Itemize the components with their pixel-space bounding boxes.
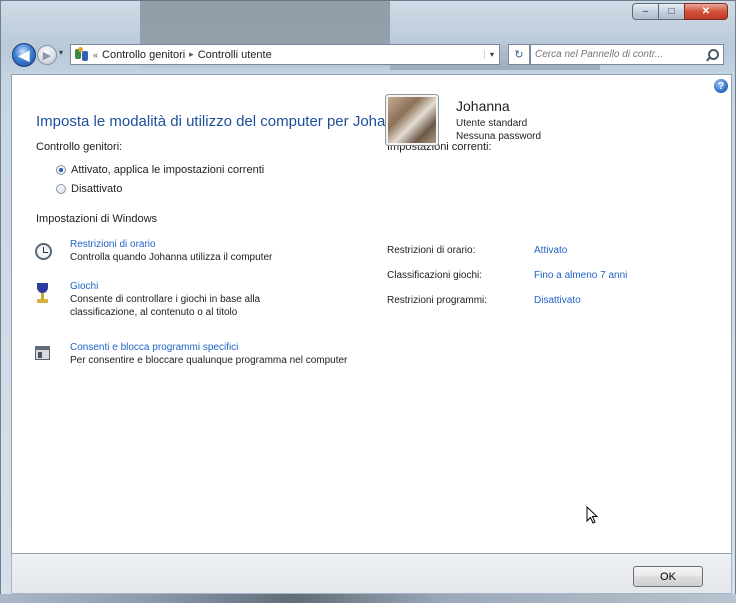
search-box bbox=[530, 44, 724, 65]
taskbar-glimpse bbox=[0, 594, 736, 603]
page-title: Imposta le modalità di utilizzo del comp… bbox=[36, 113, 411, 130]
help-icon[interactable]: ? bbox=[714, 79, 728, 93]
navigation-bar: ◀ ▶ ▾ « Controllo genitori ▸ Controlli u… bbox=[8, 40, 730, 70]
forward-button[interactable]: ▶ bbox=[37, 45, 57, 65]
breadcrumb-item-parental-controls[interactable]: Controllo genitori bbox=[98, 49, 189, 61]
radio-button[interactable] bbox=[56, 184, 66, 194]
task-games: Giochi Consente di controllare i giochi … bbox=[34, 281, 354, 323]
recent-pages-button[interactable]: ▾ bbox=[59, 48, 63, 57]
trophy-icon bbox=[34, 283, 54, 305]
caption-buttons: – □ ✕ bbox=[632, 3, 728, 21]
ok-button[interactable]: OK bbox=[633, 566, 703, 587]
application-icon bbox=[34, 344, 54, 366]
search-input[interactable] bbox=[531, 48, 706, 61]
radio-option-on[interactable]: Attivato, applica le impostazioni corren… bbox=[56, 164, 264, 176]
programs-link[interactable]: Consenti e blocca programmi specifici bbox=[70, 342, 360, 354]
stat-label-time-limits: Restrizioni di orario: bbox=[387, 245, 476, 256]
user-avatar bbox=[385, 94, 439, 146]
games-description: Consente di controllare i giochi in base… bbox=[70, 294, 261, 318]
mouse-pointer-icon bbox=[586, 506, 599, 524]
control-panel-icon bbox=[74, 46, 90, 63]
radio-label-off: Disattivato bbox=[71, 183, 123, 195]
time-limits-link[interactable]: Restrizioni di orario bbox=[70, 239, 360, 251]
arrow-right-icon: ▶ bbox=[42, 49, 52, 62]
windows-settings-label: Impostazioni di Windows bbox=[36, 213, 158, 225]
time-limits-description: Controlla quando Johanna utilizza il com… bbox=[70, 252, 273, 263]
clock-icon bbox=[34, 241, 54, 263]
refresh-button[interactable]: ↻ bbox=[508, 44, 530, 65]
stat-value-game-ratings[interactable]: Fino a almeno 7 anni bbox=[534, 270, 627, 281]
maximize-button[interactable]: □ bbox=[658, 3, 684, 20]
user-password-status: Nessuna password bbox=[456, 131, 542, 142]
search-icon[interactable] bbox=[705, 48, 720, 62]
stat-label-game-ratings: Classificazioni giochi: bbox=[387, 270, 483, 281]
content-pane: ? Imposta le modalità di utilizzo del co… bbox=[11, 74, 732, 554]
breadcrumb-item-user-controls[interactable]: Controlli utente bbox=[194, 49, 276, 61]
close-button[interactable]: ✕ bbox=[684, 3, 728, 20]
address-bar[interactable]: « Controllo genitori ▸ Controlli utente … bbox=[70, 44, 500, 65]
radio-option-off[interactable]: Disattivato bbox=[56, 183, 122, 195]
refresh-icon: ↻ bbox=[514, 49, 524, 61]
user-account-type: Utente standard bbox=[456, 118, 528, 129]
task-programs: Consenti e blocca programmi specifici Pe… bbox=[34, 342, 354, 384]
stat-label-program-limits: Restrizioni programmi: bbox=[387, 295, 488, 306]
stat-value-program-limits[interactable]: Disattivato bbox=[534, 295, 581, 306]
programs-description: Per consentire e bloccare qualunque prog… bbox=[70, 355, 348, 366]
radio-button-selected[interactable] bbox=[56, 165, 66, 175]
minimize-button[interactable]: – bbox=[632, 3, 658, 20]
parental-controls-label: Controllo genitori: bbox=[36, 141, 123, 153]
games-link[interactable]: Giochi bbox=[70, 281, 320, 293]
back-button[interactable]: ◀ bbox=[12, 43, 36, 67]
arrow-left-icon: ◀ bbox=[18, 46, 30, 63]
dialog-footer bbox=[11, 554, 732, 594]
task-time-limits: Restrizioni di orario Controlla quando J… bbox=[34, 239, 354, 269]
address-dropdown-button[interactable]: ▾ bbox=[484, 50, 499, 59]
user-name: Johanna bbox=[456, 98, 510, 114]
stat-value-time-limits[interactable]: Attivato bbox=[534, 245, 567, 256]
radio-label-on: Attivato, applica le impostazioni corren… bbox=[71, 164, 265, 176]
